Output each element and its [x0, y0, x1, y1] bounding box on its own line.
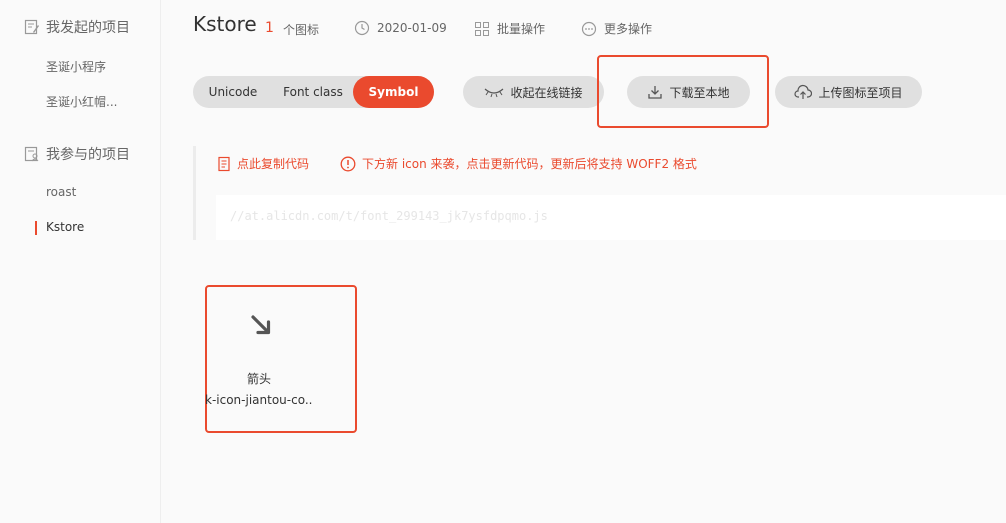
sidebar-item-christmas-miniapp[interactable]: 圣诞小程序	[46, 58, 106, 75]
tab-font-class[interactable]: Font class	[273, 76, 353, 108]
download-highlight	[597, 55, 769, 128]
tab-unicode[interactable]: Unicode	[193, 76, 273, 108]
joined-projects-title: 我参与的项目	[46, 147, 130, 163]
date-info: 2020-01-09	[354, 20, 447, 36]
joined-projects-heading: 我参与的项目	[24, 144, 130, 164]
grid-icon	[475, 21, 489, 36]
arrow-down-right-icon	[251, 315, 271, 335]
my-projects-title: 我发起的项目	[46, 20, 130, 36]
collapse-link-label: 收起在线链接	[510, 85, 583, 100]
clock-icon	[354, 20, 370, 36]
code-panel-border	[193, 146, 196, 240]
batch-operation-label: 批量操作	[497, 22, 546, 36]
more-icon	[581, 21, 597, 36]
code-box[interactable]: //at.alicdn.com/t/font_299143_jk7ysfdpqm…	[216, 195, 1006, 240]
project-date: 2020-01-09	[377, 21, 447, 35]
my-projects-heading: 我发起的项目	[24, 17, 130, 37]
upload-label: 上传图标至项目	[818, 85, 903, 100]
update-notice-text: 下方新 icon 来袭，点击更新代码，更新后将支持 WOFF2 格式	[362, 157, 697, 171]
sidebar-item-roast[interactable]: roast	[46, 185, 76, 199]
collapse-link-button[interactable]: 收起在线链接	[463, 76, 604, 108]
upload-button[interactable]: 上传图标至项目	[775, 76, 922, 108]
sidebar-item-kstore[interactable]: Kstore	[46, 220, 84, 234]
more-operation-label: 更多操作	[604, 22, 653, 36]
more-operation[interactable]: 更多操作	[581, 20, 652, 37]
edit-doc-icon	[24, 19, 39, 35]
icon-count: 1	[265, 20, 274, 36]
code-url: //at.alicdn.com/t/font_299143_jk7ysfdpqm…	[230, 209, 548, 223]
cloud-upload-icon	[794, 84, 813, 99]
icon-name: 箭头	[246, 372, 271, 386]
tab-symbol[interactable]: Symbol	[353, 76, 434, 108]
copy-code-link[interactable]: 点此复制代码	[216, 155, 309, 172]
batch-operation[interactable]: 批量操作	[474, 20, 545, 37]
sidebar-active-indicator	[35, 221, 37, 235]
project-title: Kstore	[193, 12, 257, 36]
icon-count-label: 个图标	[283, 23, 320, 37]
sidebar: 我发起的项目 圣诞小程序 圣诞小红帽... 我参与的项目 roast Kstor…	[0, 0, 161, 523]
copy-code-label: 点此复制代码	[237, 157, 310, 171]
document-icon	[218, 156, 230, 171]
format-tabs: Unicode Font class Symbol	[193, 76, 434, 108]
icon-card[interactable]: 箭头 k-icon-jiantou-co...	[205, 285, 357, 433]
user-doc-icon	[24, 146, 39, 162]
update-notice[interactable]: 下方新 icon 来袭，点击更新代码，更新后将支持 WOFF2 格式	[340, 155, 697, 172]
sidebar-item-christmas-redhat[interactable]: 圣诞小红帽...	[46, 93, 117, 110]
icon-code: k-icon-jiantou-co...	[205, 393, 313, 407]
eye-closed-icon	[485, 88, 504, 98]
alert-icon	[340, 156, 356, 171]
